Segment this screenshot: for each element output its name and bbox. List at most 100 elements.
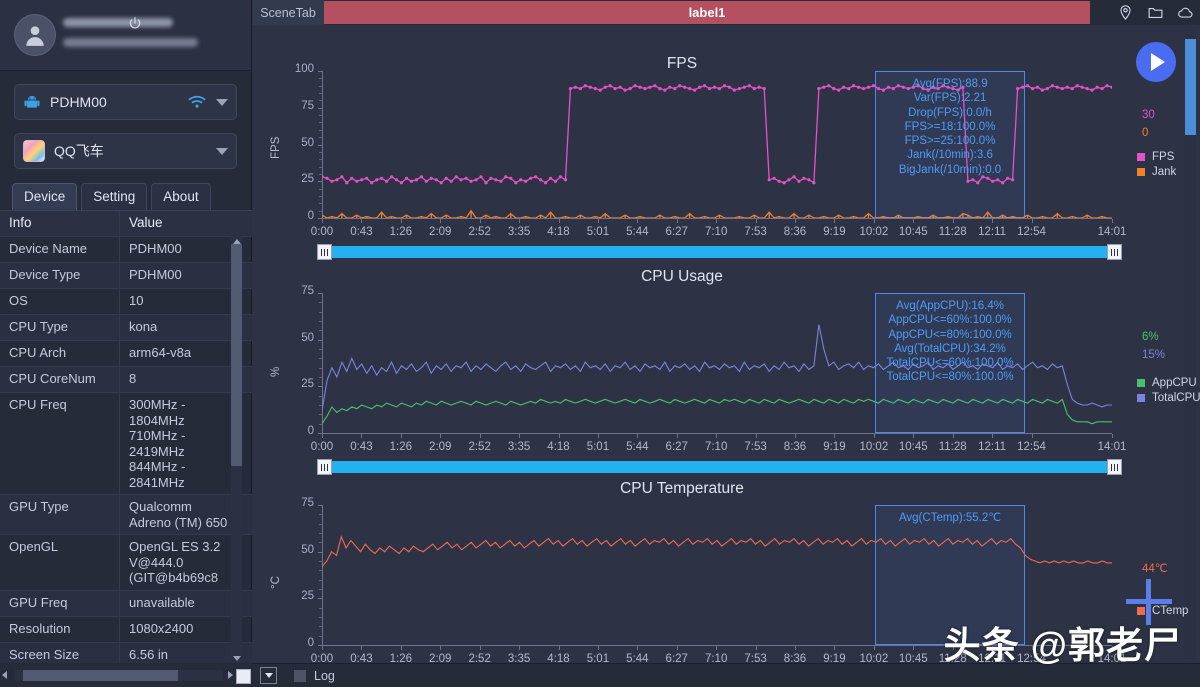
legend-swatch [1137,153,1145,161]
scene-tab[interactable]: SceneTab [252,0,324,25]
table-cell-info: Resolution [0,616,120,642]
sidebar-horizontal-scrollbar[interactable] [15,669,223,681]
chart-legend: AppCPU TotalCPU [1137,377,1200,407]
chart-panel-1: CPU Usage% 0 25 50 75 0:00 0:43 1:26 2:09 2:52 3:3… [252,245,1200,475]
profile-header [0,0,251,71]
legend-label: FPS [1152,151,1175,163]
x-tick-label: 12:54 [1017,441,1046,453]
device-select-value: PDHM00 [50,94,107,110]
legend-item[interactable]: CTemp [1137,605,1188,617]
play-button[interactable] [1136,42,1176,82]
app-select-value: QQ飞车 [54,143,104,159]
chart-statistics-annotation: Avg(AppCPU):16.4% AppCPU<=60%:100.0% App… [886,300,1014,384]
current-value: 30 [1142,109,1155,121]
x-tick-label: 14:01 [1097,441,1127,453]
table-row[interactable]: GPU Freq unavailable [0,590,252,617]
log-label[interactable]: Log [314,669,335,683]
y-tick-label: 0 [307,210,314,222]
legend-label: Jank [1152,166,1177,178]
sidebar-tabs: Device Setting About [12,183,251,210]
scroll-down-arrow[interactable] [231,653,242,663]
folder-icon[interactable] [1147,4,1164,21]
top-bar-icons [1117,0,1194,25]
userinfo-redacted [63,38,198,47]
table-row[interactable]: OS 10 [0,289,252,315]
table-row[interactable]: CPU Arch arm64-v8a [0,341,252,367]
table-row[interactable]: GPU Type Qualcomm Adreno (TM) 650 [0,495,252,535]
table-row[interactable]: CPU Freq 300MHz - 1804MHz 710MHz - 2419MH… [0,393,252,495]
y-tick-label: 75 [301,497,314,509]
y-tick-label: 75 [301,99,314,112]
y-tick-label: 50 [301,331,314,344]
location-icon[interactable] [1117,4,1134,21]
current-value: 15% [1142,349,1166,361]
avatar[interactable] [14,14,56,56]
scrollbar-thumb-charts[interactable] [1185,39,1196,135]
tab-about[interactable]: About [151,183,211,210]
device-select[interactable]: PDHM00 [14,84,237,120]
table-cell-info: GPU Type [0,495,120,534]
chart-title: CPU Usage [641,268,723,285]
legend-swatch [1137,394,1145,402]
table-row[interactable]: Resolution 1080x2400 [0,616,252,643]
legend-item[interactable]: FPS [1137,151,1176,163]
y-axis-label: % [270,366,282,377]
legend-swatch [1137,379,1145,387]
table-row[interactable]: OpenGL OpenGL ES 3.2 V@444.0 (GIT@b4b69c8 [0,535,252,591]
android-icon [24,96,40,108]
app-icon [23,140,45,162]
log-color-swatch [294,669,306,682]
chart-statistics-annotation: Avg(FPS):88.9 Var(FPS):2.21 Drop(FPS):0.… [898,78,1002,176]
chevron-down-icon [264,673,273,678]
current-value: 0 [1142,127,1149,139]
x-tick-label: 12:54 [1017,226,1046,238]
scroll-left-arrow[interactable] [2,671,7,679]
scrollbar-thumb[interactable] [231,244,242,466]
column-header-value: Value [129,215,163,230]
y-axis-label: FPS [270,136,282,159]
current-value: 44℃ [1142,563,1168,575]
legend-label: AppCPU [1152,377,1197,389]
legend-label: TotalCPU [1152,392,1200,404]
chart-panel-2: CPU Temperature °C 0 25 50 75 0:00 0:43 1:26 2:09… [252,457,1188,687]
tab-setting[interactable]: Setting [81,183,148,210]
sidebar-horizontal-scroll-area [0,663,252,687]
charts-vertical-scrollbar[interactable] [1185,29,1196,659]
table-row[interactable]: Device Name PDHM00 [0,237,252,263]
power-icon[interactable] [128,16,142,30]
play-icon [1151,53,1165,71]
table-row[interactable]: CPU Type kona [0,315,252,341]
chevron-down-icon[interactable] [216,98,228,106]
table-cell-info: CPU Freq [0,393,120,494]
legend-item[interactable]: TotalCPU [1137,392,1200,404]
scene-label-bar[interactable]: label1 [324,1,1090,24]
legend-label: CTemp [1152,605,1189,617]
legend-item[interactable]: AppCPU [1137,377,1200,389]
table-cell-info: Device Type [0,263,120,288]
chevron-down-icon[interactable] [216,147,228,155]
table-cell-info: OpenGL [0,535,120,590]
tab-device[interactable]: Device [12,183,78,210]
chart-legend: FPS Jank [1137,151,1176,181]
wifi-icon [188,95,206,108]
table-header-row: Info Value [0,211,252,237]
legend-item[interactable]: Jank [1137,166,1176,178]
sidebar: PDHM00 QQ飞车 Device Setting About Info Va… [0,0,252,687]
bottom-bar: Log [252,663,1200,687]
chart-title: CPU Temperature [620,480,744,497]
cloud-icon[interactable] [1177,4,1194,21]
log-collapse-button[interactable] [260,667,277,684]
table-row[interactable]: Device Type PDHM00 [0,263,252,289]
table-cell-info: OS [0,289,120,314]
y-tick-label: 25 [301,378,314,391]
y-tick-label: 0 [307,637,314,649]
resize-grip[interactable] [236,669,251,684]
current-value: 6% [1142,331,1159,343]
app-select[interactable]: QQ飞车 [14,133,237,169]
person-icon [26,26,44,46]
scrollbar-thumb-horizontal[interactable] [23,669,178,681]
sidebar-vertical-scrollbar[interactable] [231,236,242,663]
scroll-right-arrow[interactable] [228,671,233,679]
table-row[interactable]: CPU CoreNum 8 [0,367,252,393]
table-cell-info: GPU Freq [0,590,120,616]
